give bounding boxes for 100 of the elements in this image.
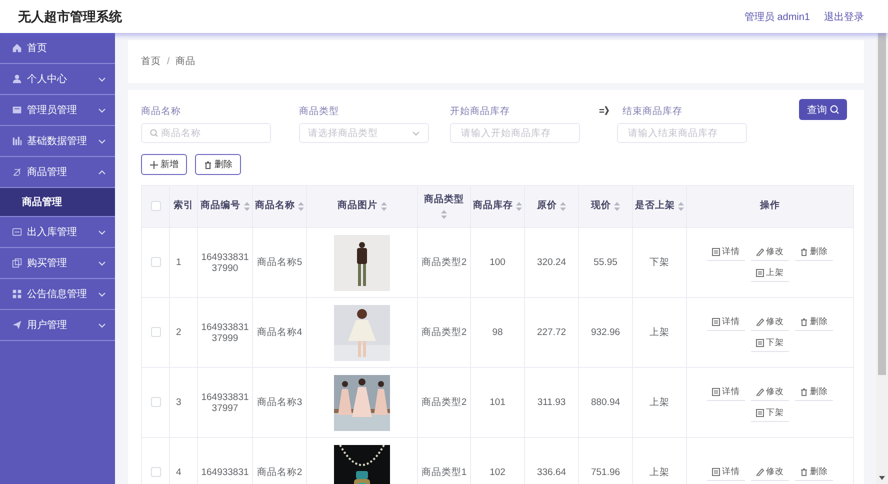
chevron-down-icon [412,130,420,136]
submenu-item[interactable]: 商品管理 [0,188,115,217]
search-icon [150,129,158,137]
table-cell: 16493383137990 [201,252,249,274]
edit-button[interactable]: 修改 [751,314,789,330]
pen-icon [756,468,764,476]
detail-button[interactable]: 详情 [707,244,745,260]
sort-icon[interactable] [298,202,304,211]
table-cell: 101 [490,397,506,408]
edit-button[interactable]: 修改 [751,244,789,260]
pen-icon [756,248,764,256]
sort-icon[interactable] [380,202,386,211]
edit-button[interactable]: 修改 [751,384,789,400]
column-header: 商品类型 [424,194,464,207]
document-icon [712,248,720,256]
sort-icon[interactable] [516,202,522,211]
chevron-icon [98,169,106,175]
trash-icon [800,468,808,476]
shelf-button[interactable]: 下架 [751,334,789,352]
chevron-icon [98,107,106,113]
scrollbar-thumb[interactable] [878,33,886,375]
pen-icon [756,388,764,396]
table-cell: 商品名称3 [256,397,302,408]
table-cell: 55.95 [594,257,618,268]
scroll-down-icon[interactable] [879,476,885,480]
filter-label: 开始商品库存 [450,105,510,118]
logout-link[interactable]: 退出登录 [824,10,864,24]
filter-label: 结束商品库存 [622,105,683,118]
table-cell: 98 [492,327,503,338]
detail-button[interactable]: 详情 [707,464,745,481]
column-header: 是否上架 [635,200,675,213]
table-cell: 100 [490,257,506,268]
table-cell: 商品名称2 [256,467,302,478]
bar-chart-icon [12,136,22,146]
chevron-icon [98,322,106,328]
range-arrow: =》 [599,105,615,118]
sort-icon[interactable] [678,202,684,211]
table-cell: 上架 [650,327,670,338]
chevron-icon [98,229,106,235]
checkbox[interactable] [150,327,160,338]
checkbox[interactable] [150,201,160,212]
delete-button[interactable]: 删除 [795,384,833,400]
delete-button[interactable]: 删除 [795,464,833,481]
chevron-icon [98,291,106,297]
detail-button[interactable]: 详情 [707,314,745,330]
document-icon [712,318,720,326]
table-cell: 商品类型2 [421,327,467,338]
sort-icon[interactable] [560,202,566,211]
checkbox[interactable] [150,257,160,268]
chevron-icon [98,76,106,82]
delete-button[interactable]: 删除 [795,314,833,330]
shelf-button[interactable]: 下架 [751,404,789,422]
card-icon [12,105,22,115]
table-cell: 336.64 [536,467,566,478]
detail-button[interactable]: 详情 [707,384,745,400]
document-icon [756,338,764,346]
column-header: 现价 [591,200,611,213]
breadcrumb-separator: / [167,56,170,67]
app-title: 无人超市管理系统 [18,8,122,26]
breadcrumb-item[interactable]: 首页 [141,55,161,68]
table-cell: 102 [490,467,506,478]
checkbox[interactable] [150,467,160,478]
table-cell: 商品类型2 [421,257,467,268]
trash-icon [800,318,808,326]
plus-icon [150,160,158,168]
table-cell: 上架 [650,467,670,478]
copy-icon [12,258,22,268]
breadcrumb-item: 商品 [176,55,196,68]
query-button[interactable]: 查询 [799,99,847,120]
sort-icon[interactable] [244,202,250,211]
column-header: 操作 [760,200,780,213]
edit-button[interactable]: 修改 [751,464,789,481]
table-cell: 16493383137997 [201,392,249,414]
table-cell: 商品类型1 [421,467,467,478]
sort-icon[interactable] [441,210,447,219]
document-icon [712,468,720,476]
table-cell: 311.93 [537,397,566,408]
checkbox[interactable] [150,397,160,408]
table-cell: 320.24 [536,257,566,268]
document-icon [756,268,764,276]
paper-plane-icon [12,320,22,330]
table-cell: 227.72 [536,327,566,338]
user-label: 管理员 admin1 [744,10,810,24]
add-button[interactable]: 新增 [141,154,187,175]
delete-button[interactable]: 删除 [795,244,833,260]
table-cell: 上架 [650,397,670,408]
column-header: 商品编号 [200,200,240,213]
table-cell: 880.94 [590,397,620,408]
table-cell: 751.96 [590,467,620,478]
table-cell: 164933831 [201,467,249,478]
column-header: 商品库存 [473,200,513,213]
column-header: 原价 [537,200,557,213]
pen-icon [756,318,764,326]
table-cell: 3 [176,397,182,408]
table-cell: 932.96 [590,327,620,338]
filter-label: 商品名称 [141,105,181,118]
sort-icon[interactable] [614,202,620,211]
delete-button[interactable]: 删除 [195,154,241,175]
table-cell: 2 [176,327,182,338]
shelf-button[interactable]: 上架 [751,264,789,282]
